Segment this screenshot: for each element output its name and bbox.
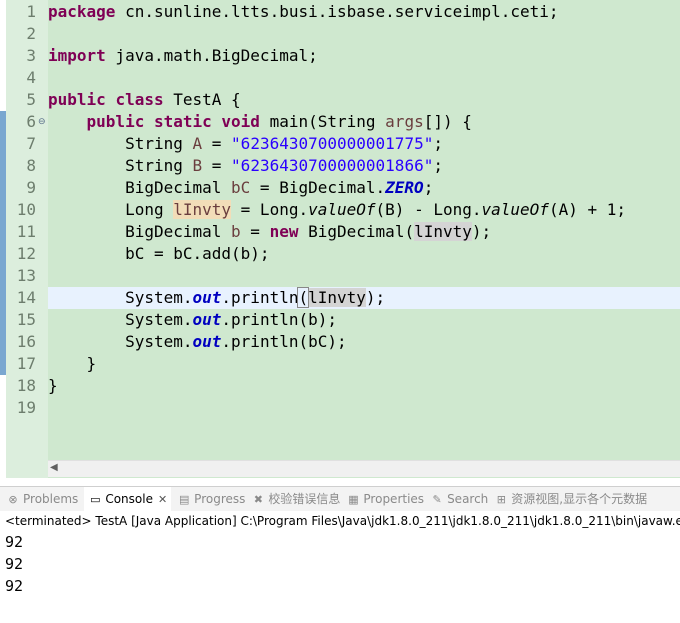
- resource-view-icon: ⊞: [496, 493, 506, 506]
- progress-icon: ▤: [178, 493, 190, 506]
- code-text: System.out.println(b);: [48, 310, 337, 329]
- line-number: 5: [26, 90, 36, 109]
- code-editor[interactable]: 1 package cn.sunline.ltts.busi.isbase.ser…: [0, 0, 680, 478]
- tab-label: Problems: [23, 492, 79, 506]
- code-line[interactable]: 6 ⊖ public static void main(String args[]…: [26, 111, 680, 133]
- code-line[interactable]: 14 System.out.println(lInvty);: [17, 287, 680, 309]
- search-icon: ✎: [432, 493, 442, 506]
- code-text: String A = "6236430700000001775";: [48, 134, 443, 153]
- code-line[interactable]: 16 System.out.println(bC);: [17, 331, 680, 353]
- code-text: BigDecimal b = new BigDecimal(lInvty);: [48, 222, 492, 241]
- tab-progress[interactable]: ▤ Progress: [177, 487, 245, 511]
- line-number: 4: [26, 68, 36, 87]
- code-text: package cn.sunline.ltts.busi.isbase.serv…: [48, 2, 559, 21]
- line-number: 1: [26, 2, 36, 21]
- scroll-left-icon[interactable]: ◀: [50, 462, 58, 473]
- minus-fold-icon[interactable]: ⊖: [38, 111, 46, 133]
- code-line[interactable]: 10 Long lInvty = Long.valueOf(B) - Long.…: [17, 199, 680, 221]
- console-view[interactable]: <terminated> TestA [Java Application] C:…: [0, 511, 680, 623]
- code-line[interactable]: 1 package cn.sunline.ltts.busi.isbase.ser…: [26, 1, 680, 23]
- code-line[interactable]: 5 public class TestA {: [26, 89, 680, 111]
- code-text: bC = bC.add(b);: [48, 244, 270, 263]
- code-line[interactable]: 12 bC = bC.add(b);: [17, 243, 680, 265]
- tab-properties[interactable]: ▦ Properties: [346, 487, 424, 511]
- line-number: 17: [16, 354, 36, 373]
- tab-problems[interactable]: ⊗ Problems: [6, 487, 78, 511]
- properties-icon: ▦: [348, 493, 359, 506]
- line-number: 18: [16, 376, 36, 395]
- code-line[interactable]: 7 String A = "6236430700000001775";: [26, 133, 680, 155]
- console-status-line: <terminated> TestA [Java Application] C:…: [5, 514, 680, 528]
- code-line[interactable]: 4: [26, 67, 680, 89]
- console-output-line: 92: [5, 533, 24, 551]
- line-number: 15: [16, 310, 36, 329]
- tab-search[interactable]: ✎ Search: [430, 487, 488, 511]
- validation-error-icon: ✖: [253, 493, 263, 506]
- code-line[interactable]: 13: [17, 265, 680, 287]
- tab-label: Progress: [194, 492, 246, 506]
- tab-label: Console: [105, 492, 153, 506]
- code-line[interactable]: 17 }: [17, 353, 680, 375]
- console-output-line: 92: [5, 577, 24, 595]
- line-number: 8: [26, 156, 36, 175]
- tab-validation-error[interactable]: ✖ 校验错误信息: [251, 487, 341, 511]
- console-output-line: 92: [5, 555, 24, 573]
- views-tab-bar: ⊗ Problems ▭ Console ✕ ▤ Progress ✖ 校验错误信息 ▦ Prope…: [0, 486, 680, 512]
- tab-console[interactable]: ▭ Console ✕: [84, 487, 172, 511]
- line-number: 19: [16, 398, 36, 417]
- code-line[interactable]: 19: [17, 397, 680, 419]
- line-number: 14: [16, 288, 36, 307]
- code-text: System.out.println(bC);: [48, 332, 347, 351]
- line-number: 2: [26, 24, 36, 43]
- line-number: 10: [16, 200, 36, 219]
- code-text: public static void main(String args[]) {: [86, 112, 472, 131]
- line-number: 16: [16, 332, 36, 351]
- code-text: String B = "6236430700000001866";: [48, 156, 443, 175]
- code-line[interactable]: 3 import java.math.BigDecimal;: [26, 45, 680, 67]
- code-line[interactable]: 11 BigDecimal b = new BigDecimal(lInvty)…: [17, 221, 680, 243]
- tab-label: Properties: [363, 492, 425, 506]
- code-text: BigDecimal bC = BigDecimal.ZERO;: [48, 178, 434, 197]
- tab-resource-view[interactable]: ⊞ 资源视图,显示各个元数据: [494, 487, 647, 511]
- line-number: 9: [26, 178, 36, 197]
- code-text: import java.math.BigDecimal;: [48, 46, 318, 65]
- code-text: }: [48, 376, 58, 395]
- tab-label: Search: [447, 492, 489, 506]
- line-number: 7: [26, 134, 36, 153]
- line-number: 11: [16, 222, 36, 241]
- code-text: public class TestA {: [48, 90, 241, 109]
- horizontal-scrollbar[interactable]: ◀: [48, 460, 680, 477]
- line-number: 12: [16, 244, 36, 263]
- code-line[interactable]: 2: [26, 23, 680, 45]
- line-number: 13: [16, 266, 36, 285]
- close-icon[interactable]: ✕: [158, 493, 167, 506]
- tab-label: 资源视图,显示各个元数据: [511, 492, 648, 506]
- line-number: 6: [26, 112, 36, 131]
- code-area[interactable]: 1 package cn.sunline.ltts.busi.isbase.ser…: [17, 0, 680, 460]
- tab-label: 校验错误信息: [268, 492, 341, 506]
- code-text: }: [48, 354, 97, 373]
- code-text: System.out.println(lInvty);: [48, 287, 386, 308]
- problems-icon: ⊗: [8, 493, 18, 506]
- code-line[interactable]: 8 String B = "6236430700000001866";: [26, 155, 680, 177]
- console-icon: ▭: [90, 493, 101, 506]
- code-text: Long lInvty = Long.valueOf(B) - Long.val…: [48, 200, 626, 219]
- code-line[interactable]: 9 BigDecimal bC = BigDecimal.ZERO;: [26, 177, 680, 199]
- code-line[interactable]: 18}: [17, 375, 680, 397]
- code-line[interactable]: 15 System.out.println(b);: [17, 309, 680, 331]
- line-number: 3: [26, 46, 36, 65]
